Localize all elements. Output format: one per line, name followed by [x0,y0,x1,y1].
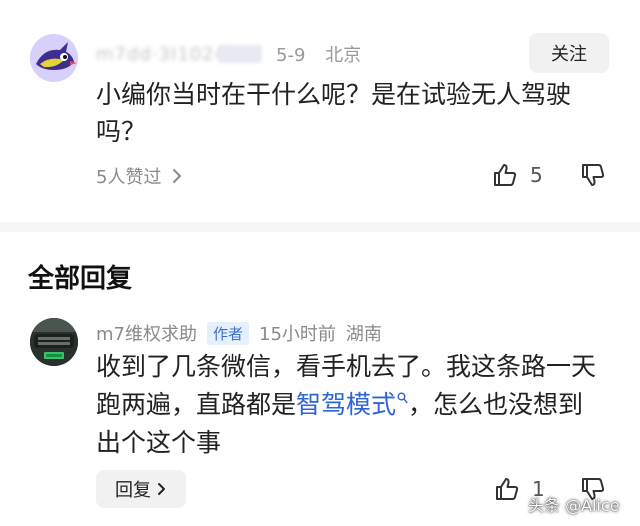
user-badge-blurred [218,45,262,63]
username-blurred[interactable]: m7dd·3I1024 [96,44,226,65]
reply-button-label: 回复 [115,480,151,501]
bird-avatar-icon [30,34,78,82]
comment-text: 小编你当时在干什么呢？是在试验无人驾驶吗？ [96,80,572,146]
reply-time: 15小时前 [259,324,336,345]
replies-section-title: 全部回复 [28,264,133,294]
thumbs-up-icon [494,164,517,186]
thumbs-down-icon [582,164,605,186]
comment-date: 5-9 [276,45,306,66]
search-icon [397,392,408,403]
follow-button[interactable]: 关注 [529,33,609,73]
avatar[interactable] [30,318,78,366]
likers-label: 5人赞过 [96,167,162,188]
thumbs-up-icon [496,478,519,500]
like-count: 5 [530,163,543,187]
like-button[interactable]: 5 [492,162,543,188]
watermark: 头条 @Alice [528,496,620,515]
smart-drive-link-label: 智驾模式 [296,390,397,419]
avatar[interactable] [30,34,78,82]
chevron-right-icon [158,483,165,495]
comment-meta: 5-9 北京 [276,41,375,67]
reply-location: 湖南 [345,324,382,345]
author-tag: 作者 [207,321,250,345]
chevron-right-icon [173,169,182,183]
car-avatar-icon [30,318,78,366]
smart-drive-link[interactable]: 智驾模式 [296,390,408,419]
likers-link[interactable]: 5人赞过 [96,163,183,189]
reply-meta: m7维权求助 作者 15小时前 湖南 [96,320,382,346]
comment-location: 北京 [325,45,362,66]
section-divider [0,222,640,232]
reply-username[interactable]: m7维权求助 [96,320,197,346]
reply-button[interactable]: 回复 [96,470,186,508]
reply-text: 收到了几条微信，看手机去了。我这条路一天跑两遍，直路都是智驾模式 ，怎么也没想到出… [96,348,596,462]
dislike-button[interactable] [580,162,606,192]
